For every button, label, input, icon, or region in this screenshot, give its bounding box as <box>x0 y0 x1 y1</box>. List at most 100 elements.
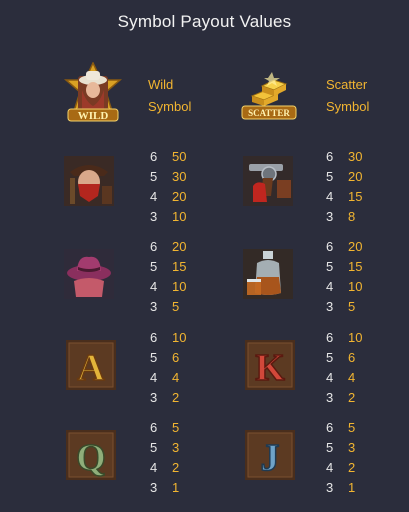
payout-row: 5 20 <box>326 167 362 187</box>
payout-value: 15 <box>348 189 363 204</box>
letter-k-icon: K <box>245 340 295 390</box>
payout-value: 20 <box>348 239 363 254</box>
symbol-count: 4 <box>150 460 158 475</box>
wild-icon-text: WILD <box>78 110 109 122</box>
payout-value: 2 <box>348 390 356 405</box>
payout-row: 6 10 <box>326 328 362 348</box>
scatter-gold-bars-icon: SCATTER <box>238 68 300 122</box>
symbol-count: 6 <box>150 239 158 254</box>
bottle-payout-table: 6 20 5 15 4 10 35 <box>326 237 362 317</box>
symbol-count: 3 <box>326 209 334 224</box>
payout-row: 4 10 <box>326 277 362 297</box>
payout-value: 10 <box>172 209 187 224</box>
payout-row: 31 <box>326 478 355 498</box>
payout-row: 3 10 <box>150 207 186 227</box>
payout-value: 5 <box>348 299 356 314</box>
letter-a-glyph: A <box>77 347 105 389</box>
payout-row: 6 20 <box>326 237 362 257</box>
payout-value: 4 <box>348 370 356 385</box>
payout-value: 6 <box>172 350 180 365</box>
symbol-count: 3 <box>326 480 334 495</box>
j-payout-table: 65 53 42 31 <box>326 418 355 498</box>
payout-value: 30 <box>348 149 363 164</box>
payout-value: 30 <box>172 169 187 184</box>
payout-row: 5 30 <box>150 167 186 187</box>
payout-row: 42 <box>150 458 179 478</box>
payout-row: 38 <box>326 207 362 227</box>
q-payout-table: 65 53 42 31 <box>150 418 179 498</box>
payout-row: 65 <box>326 418 355 438</box>
payout-value: 4 <box>172 370 180 385</box>
payout-row: 4 20 <box>150 187 186 207</box>
payout-value: 20 <box>348 169 363 184</box>
page-title: Symbol Payout Values <box>117 12 292 31</box>
payout-row: 32 <box>150 388 186 408</box>
symbol-count: 3 <box>150 209 158 224</box>
payout-row: 4 10 <box>150 277 186 297</box>
symbol-count: 6 <box>150 149 158 164</box>
wild-label-line1: Wild <box>148 77 174 92</box>
payout-row: 44 <box>326 368 362 388</box>
payout-row: 56 <box>326 348 362 368</box>
hat-payout-table: 6 20 5 15 4 10 35 <box>150 237 186 317</box>
payout-value: 8 <box>348 209 356 224</box>
payout-value: 10 <box>348 279 363 294</box>
whiskey-bottle-icon <box>243 249 293 299</box>
symbol-count: 6 <box>326 239 334 254</box>
wild-symbol-label: Wild Symbol <box>148 74 191 118</box>
payout-row: 35 <box>150 297 186 317</box>
payout-row: 53 <box>150 438 179 458</box>
symbol-count: 5 <box>326 440 334 455</box>
payout-value: 20 <box>172 189 187 204</box>
payout-row: 56 <box>150 348 186 368</box>
letter-j-icon: J <box>245 430 295 480</box>
payout-value: 5 <box>348 420 356 435</box>
payout-value: 20 <box>172 239 187 254</box>
payout-row: 6 20 <box>150 237 186 257</box>
symbol-count: 3 <box>150 299 158 314</box>
symbol-count: 4 <box>326 189 334 204</box>
outlaw-payout-table: 6 50 5 30 4 20 3 10 <box>150 147 186 227</box>
symbol-count: 5 <box>150 259 158 274</box>
symbol-count: 4 <box>150 279 158 294</box>
scatter-icon-text: SCATTER <box>248 108 290 118</box>
symbol-count: 6 <box>326 330 334 345</box>
payout-row: 44 <box>150 368 186 388</box>
payout-row: 42 <box>326 458 355 478</box>
payout-value: 15 <box>348 259 363 274</box>
symbol-count: 4 <box>326 279 334 294</box>
letter-k-glyph: K <box>255 347 285 389</box>
symbol-count: 6 <box>326 149 334 164</box>
payout-row: 53 <box>326 438 355 458</box>
symbol-count: 6 <box>150 420 158 435</box>
scatter-label-line1: Scatter <box>326 77 368 92</box>
letter-q-glyph: Q <box>76 437 106 479</box>
symbol-count: 4 <box>150 189 158 204</box>
symbol-count: 5 <box>326 169 334 184</box>
payout-value: 10 <box>348 330 363 345</box>
payout-row: 6 50 <box>150 147 186 167</box>
payout-value: 5 <box>172 420 180 435</box>
symbol-count: 3 <box>150 390 158 405</box>
symbol-count: 6 <box>150 330 158 345</box>
payout-value: 10 <box>172 279 187 294</box>
symbol-count: 5 <box>326 259 334 274</box>
cowboy-hat-icon <box>64 249 114 299</box>
revolver-icon <box>243 156 293 206</box>
symbol-count: 3 <box>150 480 158 495</box>
symbol-count: 3 <box>326 390 334 405</box>
payout-row: 5 15 <box>150 257 186 277</box>
payout-value: 50 <box>172 149 187 164</box>
revolver-payout-table: 6 30 5 20 4 15 38 <box>326 147 362 227</box>
payout-value: 15 <box>172 259 187 274</box>
a-payout-table: 6 10 56 44 32 <box>150 328 186 408</box>
payout-value: 2 <box>172 460 180 475</box>
letter-j-glyph: J <box>261 437 280 479</box>
payout-value: 3 <box>172 440 180 455</box>
payout-value: 10 <box>172 330 187 345</box>
wild-label-line2: Symbol <box>148 99 192 114</box>
scatter-label-line2: Symbol <box>326 99 370 114</box>
symbol-count: 4 <box>326 460 334 475</box>
symbol-count: 5 <box>150 350 158 365</box>
payout-row: 5 15 <box>326 257 362 277</box>
